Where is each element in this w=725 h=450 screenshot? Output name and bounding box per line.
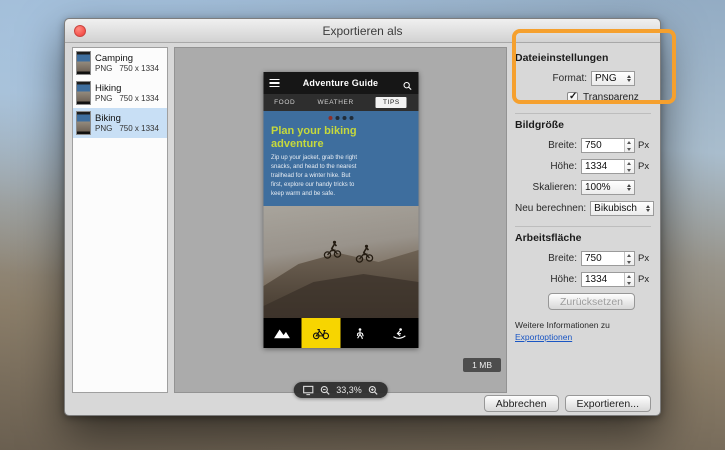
close-window-button[interactable] (74, 25, 86, 37)
hamburger-menu-icon (269, 79, 279, 88)
hiker-icon (341, 318, 380, 348)
height-stepper[interactable] (624, 273, 634, 286)
unit-label: Px (635, 274, 651, 285)
artboard-name: Camping (95, 53, 159, 64)
app-header: Adventure Guide (263, 72, 418, 94)
app-content-section: Plan your biking adventure Zip up your j… (263, 111, 418, 206)
artboard-name: Biking (95, 113, 159, 124)
zoom-level: 33,3% (336, 385, 362, 395)
carousel-dots (271, 116, 410, 120)
artboard-thumbnail (76, 111, 91, 135)
section-title: Dateieinstellungen (515, 52, 651, 64)
section-title: Arbeitsfläche (515, 232, 651, 244)
height-label: Höhe: (515, 161, 581, 172)
artboard-name: Hiking (95, 83, 159, 94)
image-height-input[interactable] (582, 160, 624, 173)
preview-canvas: Adventure Guide FOOD WEATHER TIPS Plan y… (174, 47, 507, 393)
zoom-in-icon[interactable] (368, 385, 379, 396)
mountain-icon (263, 318, 302, 348)
dropdown-arrows-icon (642, 205, 653, 213)
resample-label: Neu berechnen: (515, 203, 590, 214)
canvas-height-label: Höhe: (515, 274, 581, 285)
app-tab-bar: FOOD WEATHER TIPS (263, 94, 418, 111)
transparency-checkbox[interactable] (567, 92, 578, 103)
tab-food: FOOD (274, 99, 295, 106)
width-label: Breite: (515, 140, 581, 151)
height-stepper[interactable] (624, 160, 634, 173)
unit-label: Px (635, 253, 651, 264)
image-width-input[interactable] (582, 139, 624, 152)
app-headline: Plan your biking adventure (271, 125, 381, 150)
tab-weather: WEATHER (318, 99, 354, 106)
canvas-size-section: Arbeitsfläche Breite: Px Höhe: Px Zurück… (515, 226, 651, 314)
bike-icon (302, 318, 341, 348)
cancel-button[interactable]: Abbrechen (484, 395, 559, 412)
image-size-section: Bildgröße Breite: Px Höhe: Px Skalieren:… (515, 113, 651, 226)
window-titlebar[interactable]: Exportieren als (65, 19, 660, 43)
unit-label: Px (635, 140, 651, 151)
artboard-thumbnail (76, 81, 91, 105)
canvas-height-input[interactable] (582, 273, 624, 286)
list-item-biking[interactable]: Biking PNG750 x 1334 (73, 108, 167, 138)
resample-select[interactable]: Bikubisch (590, 201, 654, 216)
fit-screen-icon[interactable] (302, 385, 313, 396)
dialog-content: Camping PNG750 x 1334 Hiking PNG750 x 13… (72, 47, 653, 393)
app-body-text: Zip up your jacket, grab the right snack… (271, 154, 359, 199)
zoom-controls: 33,3% (293, 382, 388, 398)
export-as-dialog: Exportieren als Camping PNG750 x 1334 Hi… (64, 18, 661, 416)
width-stepper[interactable] (624, 252, 634, 265)
canvas-width-input[interactable] (582, 252, 624, 265)
dropdown-arrows-icon (623, 184, 634, 192)
ski-rider-icon (379, 318, 418, 348)
artboard-meta: PNG750 x 1334 (95, 94, 159, 104)
export-options-link[interactable]: Exportoptionen (515, 332, 572, 342)
artboard-preview: Adventure Guide FOOD WEATHER TIPS Plan y… (263, 72, 418, 348)
bikers-photo (263, 206, 418, 318)
list-item-camping[interactable]: Camping PNG750 x 1334 (73, 48, 167, 78)
window-title: Exportieren als (322, 24, 402, 38)
settings-panel: Dateieinstellungen Format: PNG Transpare… (513, 47, 653, 393)
width-stepper[interactable] (624, 139, 634, 152)
zoom-out-icon[interactable] (319, 385, 330, 396)
reset-button[interactable]: Zurücksetzen (548, 293, 635, 310)
dropdown-arrows-icon (623, 75, 634, 83)
file-settings-section: Dateieinstellungen Format: PNG Transpare… (515, 47, 651, 113)
export-button[interactable]: Exportieren... (565, 395, 651, 412)
format-select[interactable]: PNG (591, 71, 635, 86)
unit-label: Px (635, 161, 651, 172)
dialog-footer-buttons: Abbrechen Exportieren... (484, 395, 651, 412)
artboard-thumbnail (76, 51, 91, 75)
scale-label: Skalieren: (515, 182, 581, 193)
transparency-label: Transparenz (583, 92, 639, 103)
list-item-hiking[interactable]: Hiking PNG750 x 1334 (73, 78, 167, 108)
artboard-meta: PNG750 x 1334 (95, 64, 159, 74)
app-title: Adventure Guide (283, 78, 398, 88)
artboard-meta: PNG750 x 1334 (95, 124, 159, 134)
artboard-list: Camping PNG750 x 1334 Hiking PNG750 x 13… (72, 47, 168, 393)
tab-tips: TIPS (376, 97, 407, 108)
format-label: Format: (515, 73, 591, 84)
more-info-text: Weitere Informationen zu Exportoptionen (515, 320, 651, 344)
scale-select[interactable]: 100% (581, 180, 635, 195)
app-bottom-nav (263, 318, 418, 348)
canvas-width-label: Breite: (515, 253, 581, 264)
section-title: Bildgröße (515, 119, 651, 131)
file-size-badge: 1 MB (463, 358, 501, 372)
search-icon (402, 78, 412, 88)
